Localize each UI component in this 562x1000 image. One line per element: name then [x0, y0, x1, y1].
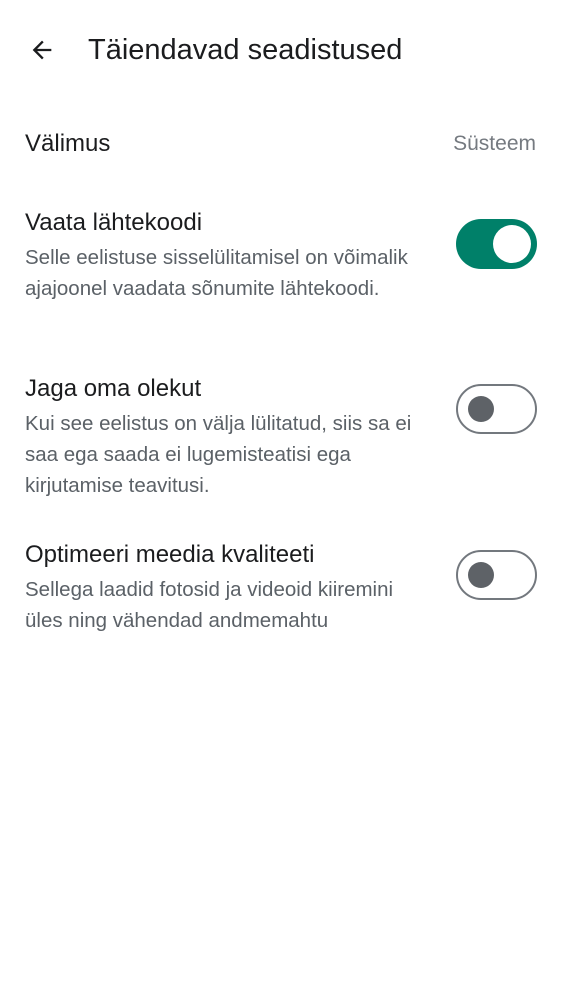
share-status-toggle[interactable]	[456, 384, 537, 434]
setting-title: Jaga oma olekut	[25, 375, 202, 402]
toggle-knob	[468, 395, 494, 422]
setting-description: Sellega laadid fotosid ja videoid kiirem…	[25, 578, 394, 632]
setting-title: Vaata lähtekoodi	[25, 209, 203, 236]
page-title: Täiendavad seadistused	[88, 34, 403, 66]
toggle-knob	[468, 561, 494, 588]
setting-description: Kui see eelistus on välja lülitatud, sii…	[25, 412, 412, 497]
arrow-left-icon	[32, 40, 52, 60]
setting-share-status[interactable]: Jaga oma olekut Kui see eelistus on välj…	[0, 372, 562, 502]
setting-description: Selle eelistuse sisselülitamisel on võim…	[25, 246, 408, 300]
toggle-knob	[493, 225, 531, 263]
app-bar: Täiendavad seadistused	[0, 0, 562, 100]
setting-optimize-media[interactable]: Optimeeri meedia kvaliteeti Sellega laad…	[0, 538, 562, 668]
back-button[interactable]	[18, 26, 66, 74]
appearance-value: Süsteem	[453, 132, 536, 155]
appearance-label: Välimus	[25, 130, 111, 157]
view-source-toggle[interactable]	[456, 219, 537, 269]
optimize-media-toggle[interactable]	[456, 550, 537, 600]
setting-view-source[interactable]: Vaata lähtekoodi Selle eelistuse sisselü…	[0, 206, 562, 336]
setting-title: Optimeeri meedia kvaliteeti	[25, 541, 315, 568]
appearance-setting[interactable]: Välimus Süsteem	[0, 118, 562, 172]
